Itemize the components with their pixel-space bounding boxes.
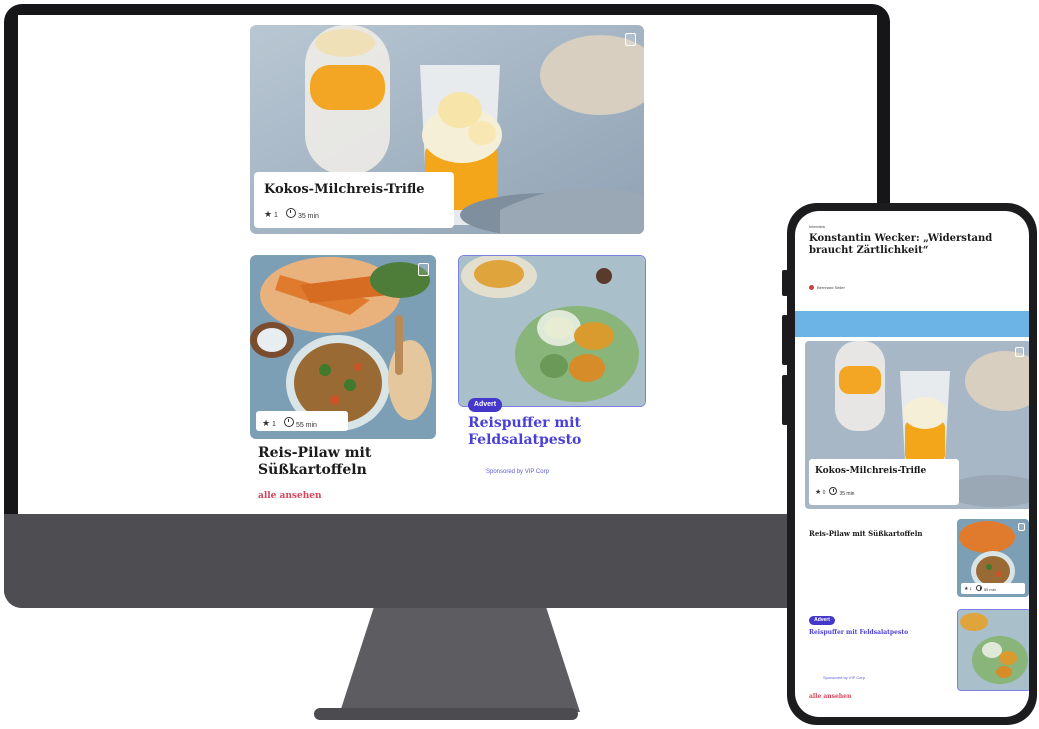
phone-see-all-link[interactable]: alle ansehen: [809, 693, 851, 700]
clock-icon: [829, 487, 838, 495]
featured-recipe-title-box: Kokos-Milchreis-Trifle ★ 1 35 min: [254, 172, 454, 228]
clock-icon: [975, 585, 982, 591]
clock-icon: [283, 417, 294, 427]
cook-time: 55 min: [295, 422, 317, 429]
cook-time: 35 min: [297, 213, 319, 220]
rating-count: 1: [969, 585, 972, 591]
phone-screen: Interview Konstantin Wecker: „Widerstand…: [795, 211, 1029, 717]
bookmark-icon[interactable]: [625, 33, 636, 46]
author-avatar-icon: [809, 285, 814, 290]
phone-advert-badge: Advert: [809, 616, 835, 625]
reispuffer-recipe-image: [459, 256, 645, 406]
advert-badge: Advert: [468, 398, 502, 412]
bookmark-icon[interactable]: [418, 263, 429, 276]
phone-pilaw-title[interactable]: Reis-Pilaw mit Süßkartoffeln: [809, 529, 939, 538]
interview-title[interactable]: Konstantin Wecker: „Widerstand braucht Z…: [809, 233, 1024, 257]
interview-author: Bernhard Seiler: [817, 285, 845, 290]
phone-frame: Interview Konstantin Wecker: „Widerstand…: [787, 203, 1037, 725]
sky-blue-banner: [795, 311, 1029, 337]
cook-time: 55 min: [983, 587, 996, 592]
interview-author-row: Bernhard Seiler: [809, 285, 845, 290]
monitor-stand: [340, 608, 580, 712]
phone-featured-title[interactable]: Kokos-Milchreis-Trifle: [815, 466, 926, 476]
see-all-link[interactable]: alle ansehen: [258, 491, 322, 501]
star-icon: ★: [262, 417, 271, 428]
bookmark-icon[interactable]: [1015, 347, 1024, 357]
cook-time: 35 min: [839, 491, 855, 497]
phone-featured-title-box: Kokos-Milchreis-Trifle ★ 0 35 min: [809, 459, 959, 505]
phone-reispuffer-title[interactable]: Reispuffer mit Feldsalatpesto: [809, 629, 959, 637]
reispuffer-recipe-title[interactable]: Reispuffer mit Feldsalatpesto: [468, 415, 638, 449]
sponsored-recipe-card[interactable]: [458, 255, 646, 407]
phone-reispuffer-thumbnail[interactable]: [957, 609, 1029, 691]
star-icon: ★: [815, 488, 822, 496]
clock-icon: [285, 208, 296, 218]
monitor-chin: [4, 514, 890, 608]
featured-recipe-meta: ★ 1 35 min: [264, 208, 319, 220]
rating-count: 1: [274, 211, 278, 219]
pilaw-meta-box: ★ 1 55 min: [256, 411, 348, 431]
phone-sponsored-by-label[interactable]: Sponsored by VIP Corp: [823, 675, 865, 680]
recipe-card-pilaw[interactable]: ★ 1 55 min: [250, 255, 436, 439]
monitor-screen: Kokos-Milchreis-Trifle ★ 1 35 min ★ 1 55…: [18, 15, 877, 515]
pilaw-recipe-title[interactable]: Reis-Pilaw mit Süßkartoffeln: [258, 445, 408, 479]
rating-count: 1: [272, 420, 276, 428]
rating-count: 0: [822, 489, 826, 496]
interview-kicker: Interview: [809, 224, 826, 229]
star-icon: ★: [264, 208, 273, 219]
monitor-foot: [314, 708, 578, 720]
featured-recipe-title[interactable]: Kokos-Milchreis-Trifle: [264, 182, 425, 197]
star-icon: ★: [964, 585, 969, 592]
sponsored-by-label[interactable]: Sponsored by VIP Corp: [486, 469, 549, 475]
phone-reispuffer-image: [958, 610, 1029, 690]
bookmark-icon[interactable]: [1018, 523, 1025, 531]
phone-pilaw-thumbnail[interactable]: ★ 1 55 min: [957, 519, 1029, 597]
